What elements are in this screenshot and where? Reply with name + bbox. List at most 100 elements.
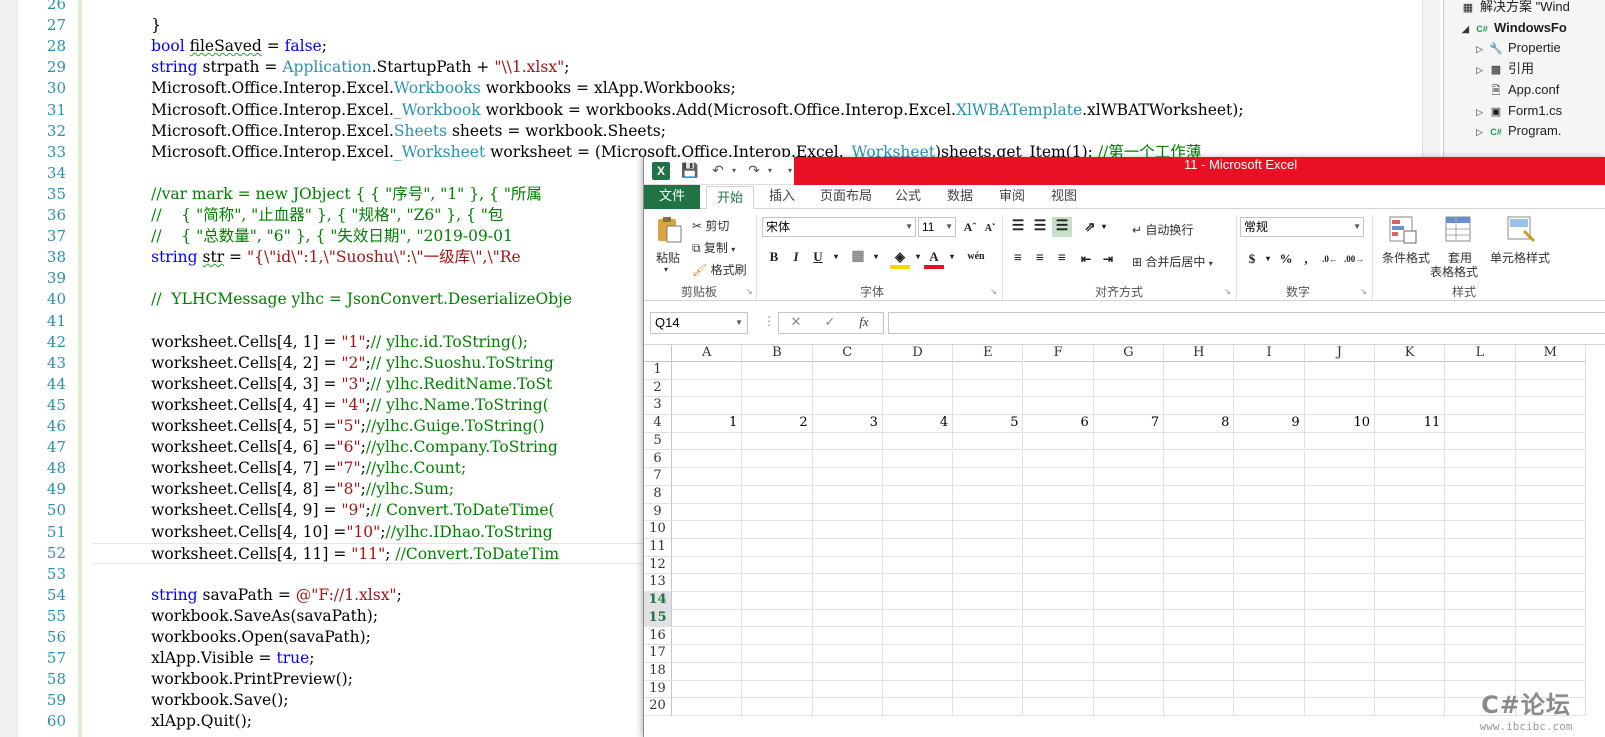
increase-decimal-icon[interactable]: .0← [1320,249,1340,269]
cell-C3[interactable] [812,397,883,416]
cell-F15[interactable] [1023,609,1094,628]
cell-M10[interactable] [1515,521,1586,539]
cell-I4[interactable]: 9 [1234,415,1305,433]
cell-A15[interactable] [672,609,743,628]
code-line[interactable]: } [92,15,161,37]
cell-J5[interactable] [1304,432,1375,451]
cell-B12[interactable] [742,556,813,575]
cell-I9[interactable] [1234,503,1305,522]
cell-C14[interactable] [812,592,883,610]
solution-item[interactable]: 🗎 App.conf [1476,80,1560,100]
cell-G19[interactable] [1093,680,1165,699]
code-line[interactable]: workbook.Save(); [92,690,288,712]
cell-I1[interactable] [1234,362,1305,380]
cell-J20[interactable] [1304,698,1375,716]
number-launcher-icon[interactable]: ↘ [1360,287,1367,296]
decrease-indent-icon[interactable]: ⇤ [1076,249,1096,269]
cell-C13[interactable] [812,574,883,593]
tab-page-layout[interactable]: 页面布局 [814,185,878,209]
cell-G12[interactable] [1093,556,1165,575]
cell-B18[interactable] [742,662,813,681]
cell-L13[interactable] [1445,574,1516,593]
cell-M7[interactable] [1515,468,1586,486]
cell-G16[interactable] [1093,627,1165,646]
underline-button[interactable]: U [808,247,828,267]
cell-K14[interactable] [1375,592,1446,610]
worksheet-grid[interactable]: A B C D E F G H I J K L M 1 2 3 4 1 2 3 4 5 6 7 8 9 10 11 5 6 7 8 9 10 11 1… [644,345,1605,737]
cell-A10[interactable] [672,521,743,539]
cell-H11[interactable] [1164,539,1235,557]
expand-arrow-icon[interactable]: ▷ [1476,122,1488,142]
cell-C5[interactable] [812,432,883,451]
percent-button[interactable]: % [1276,249,1296,269]
cell-C7[interactable] [812,468,883,486]
code-line[interactable]: string strpath = Application.StartupPath… [92,57,569,79]
cell-H7[interactable] [1164,468,1235,486]
row-header[interactable]: 11 [644,539,672,557]
cell-D15[interactable] [882,609,954,628]
alignment-launcher-icon[interactable]: ↘ [1224,287,1231,296]
row-header[interactable]: 15 [644,609,672,628]
cell-F18[interactable] [1023,662,1094,681]
cell-K3[interactable] [1375,397,1446,416]
cell-I11[interactable] [1234,539,1305,557]
cell-G8[interactable] [1093,485,1165,504]
font-launcher-icon[interactable]: ↘ [990,287,997,296]
cell-H15[interactable] [1164,609,1235,628]
column-header[interactable]: H [1164,345,1235,362]
cell-D9[interactable] [882,503,954,522]
code-line[interactable]: // { "简称", "止血器" }, { "规格", "Z6" }, { "包 [92,205,503,227]
more-options-icon[interactable]: ⋮ [758,314,780,332]
tab-formulas[interactable]: 公式 [888,185,928,209]
cell-J12[interactable] [1304,556,1375,575]
copy-button[interactable]: ⧉ 复制 ▾ [692,239,735,256]
cell-H12[interactable] [1164,556,1235,575]
cell-D17[interactable] [882,645,954,663]
cell-styles-icon[interactable] [1506,215,1538,245]
cell-D6[interactable] [882,450,954,469]
cell-I17[interactable] [1234,645,1305,663]
cell-I14[interactable] [1234,592,1305,610]
cell-C1[interactable] [812,362,883,380]
align-right-icon[interactable]: ≡ [1052,249,1072,269]
cell-K15[interactable] [1375,609,1446,628]
column-header[interactable]: K [1375,345,1446,362]
code-line[interactable]: workbook.SaveAs(savaPath); [92,606,378,628]
cell-J16[interactable] [1304,627,1375,646]
cell-H17[interactable] [1164,645,1235,663]
cell-I19[interactable] [1234,680,1305,699]
row-header[interactable]: 8 [644,485,672,504]
name-box[interactable]: Q14 ▼ [650,312,748,334]
italic-button[interactable]: I [786,247,806,267]
cell-H3[interactable] [1164,397,1235,416]
cell-L7[interactable] [1445,468,1516,486]
code-line[interactable]: workbook.PrintPreview(); [92,669,353,691]
cell-D2[interactable] [882,379,954,398]
cell-I15[interactable] [1234,609,1305,628]
cell-B20[interactable] [742,698,813,716]
cell-L11[interactable] [1445,539,1516,557]
cell-M6[interactable] [1515,450,1586,469]
cell-A9[interactable] [672,503,743,522]
cell-E10[interactable] [953,521,1024,539]
cell-E20[interactable] [953,698,1024,716]
cell-A11[interactable] [672,539,743,557]
row-header[interactable]: 16 [644,627,672,646]
cell-J14[interactable] [1304,592,1375,610]
cell-J15[interactable] [1304,609,1375,628]
cell-E2[interactable] [953,379,1024,398]
cell-I3[interactable] [1234,397,1305,416]
cell-B13[interactable] [742,574,813,593]
cell-E16[interactable] [953,627,1024,646]
cell-J19[interactable] [1304,680,1375,699]
cell-A6[interactable] [672,450,743,469]
cell-M2[interactable] [1515,379,1586,398]
cell-A17[interactable] [672,645,743,663]
cell-C6[interactable] [812,450,883,469]
column-header[interactable]: B [742,345,813,362]
cell-A18[interactable] [672,662,743,681]
column-header[interactable]: D [882,345,954,362]
cell-B11[interactable] [742,539,813,557]
expand-arrow-icon[interactable]: ▷ [1476,39,1488,59]
code-line[interactable]: worksheet.Cells[4, 10] ="10";//ylhc.IDha… [92,522,553,544]
